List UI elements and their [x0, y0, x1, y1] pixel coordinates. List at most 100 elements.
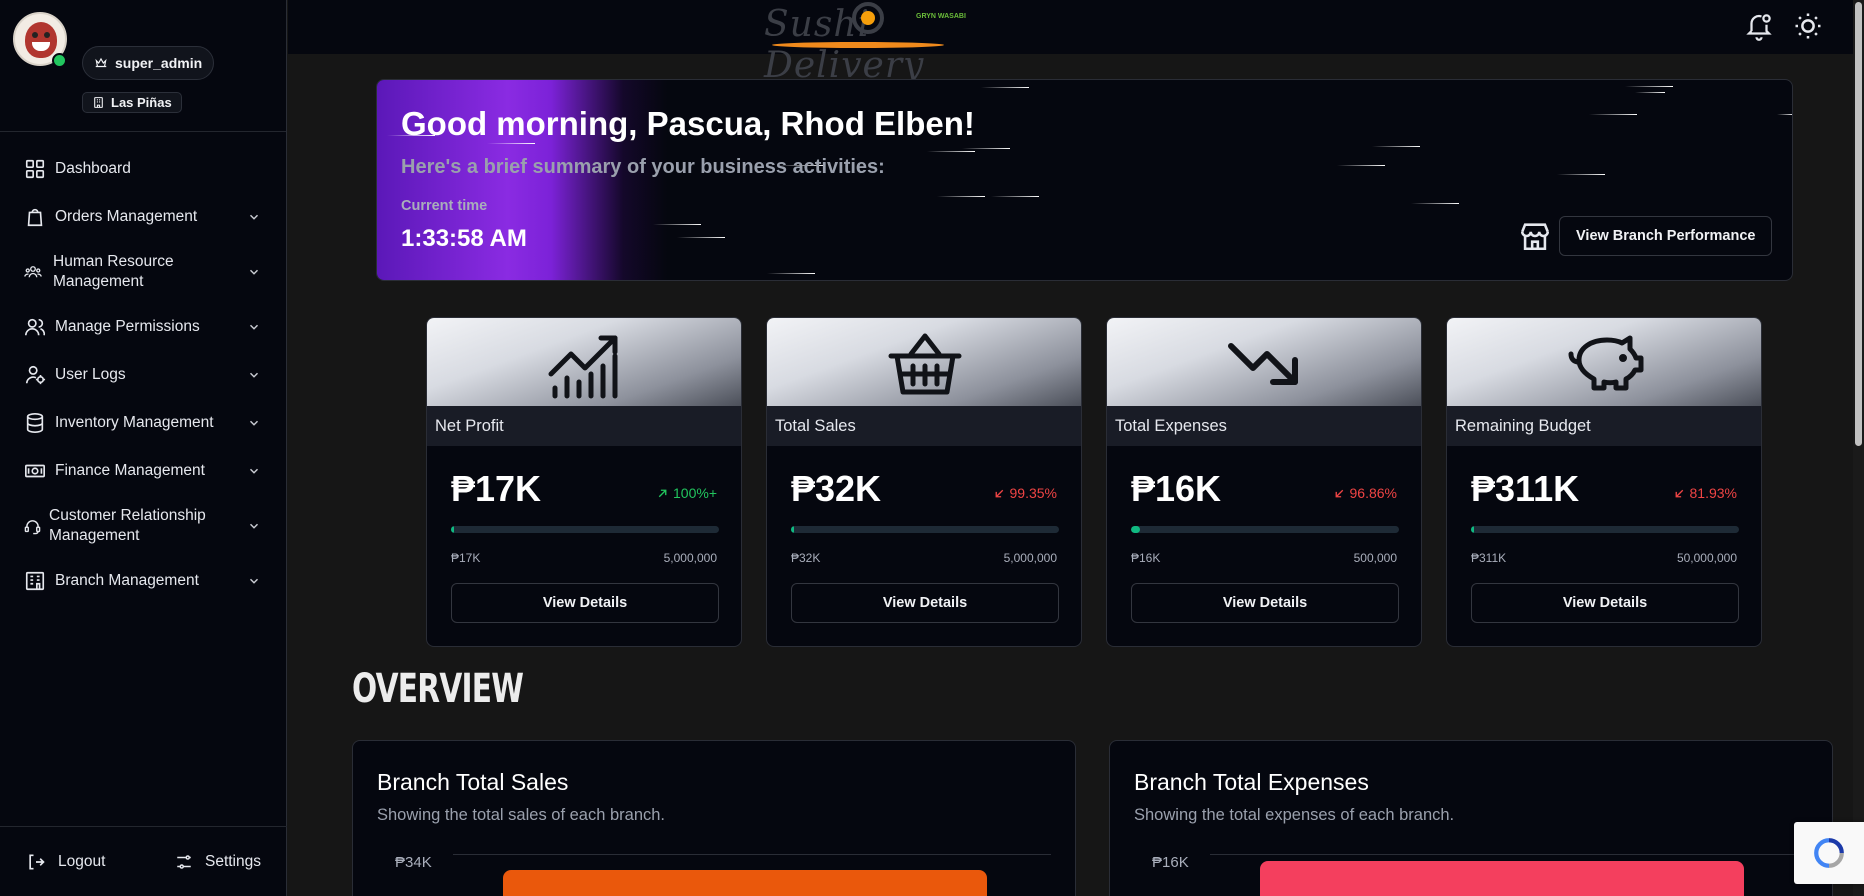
sidebar-item-dashboard[interactable]: Dashboard: [0, 145, 287, 193]
arrow-down-left-icon: [1675, 489, 1683, 497]
bell-settings-icon[interactable]: [1744, 11, 1774, 41]
chevron-down-icon: [249, 523, 259, 529]
panel-subtitle: Showing the total expenses of each branc…: [1134, 806, 1455, 824]
card-label: Total Expenses: [1107, 406, 1421, 446]
chevron-down-icon: [249, 468, 259, 474]
avatar-eye-left: [32, 32, 38, 38]
sidebar-item-label: Branch Management: [55, 572, 199, 589]
trending-chart-icon: [548, 335, 618, 399]
sidebar-item-label: Finance Management: [55, 462, 205, 479]
card-change: 100%+: [656, 485, 717, 501]
chevron-down-icon: [249, 578, 259, 584]
meteor-streak: [1777, 114, 1792, 115]
sidebar-item-label: Dashboard: [55, 160, 131, 177]
arrow-up-right-icon: [658, 489, 667, 497]
users-icon: [25, 318, 46, 336]
sun-icon[interactable]: [1793, 11, 1823, 41]
logout-label: Logout: [58, 852, 106, 870]
sidebar-item-hr[interactable]: Human Resource Management: [0, 241, 287, 303]
sidebar-item-finance[interactable]: Finance Management: [0, 447, 287, 495]
arrow-down-left-icon: [995, 489, 1003, 497]
card-progress-current: ₱311K: [1471, 551, 1507, 565]
card-change: 99.35%: [993, 485, 1057, 501]
card-progress-current: ₱16K: [1131, 551, 1161, 565]
logout-button[interactable]: Logout: [26, 852, 105, 872]
sidebar-item-branch[interactable]: Branch Management: [0, 557, 287, 605]
expenses-bar[interactable]: [1260, 861, 1744, 896]
recaptcha-badge[interactable]: [1794, 822, 1864, 884]
card-progress-target: 5,000,000: [663, 551, 717, 565]
avatar-face: [25, 22, 57, 58]
settings-button[interactable]: Settings: [175, 853, 261, 871]
chevron-down-icon: [249, 269, 259, 275]
building-icon: [94, 97, 103, 108]
meteor-streak: [937, 196, 985, 197]
avatar-eye-right: [44, 32, 50, 38]
shopping-bag-icon: [27, 208, 43, 227]
top-bar: Sushi Delivery GRYN WASABI: [288, 0, 1864, 86]
total-sales-card: Total Sales ₱32K 99.35% ₱32K 5,000,000 V…: [766, 317, 1082, 647]
logout-icon: [29, 854, 45, 869]
meteor-streak: [1337, 165, 1385, 166]
meteor-streak: [487, 143, 535, 144]
view-branch-performance-button[interactable]: View Branch Performance: [1559, 216, 1773, 256]
meteor-streak: [962, 148, 1010, 149]
card-progress-target: 5,000,000: [1003, 551, 1057, 565]
page-scrollbar-thumb[interactable]: [1855, 2, 1862, 446]
current-time-label: Current time: [401, 198, 488, 214]
view-details-button[interactable]: View Details: [791, 583, 1059, 623]
card-progress-bar: [791, 526, 1059, 533]
logo-orange-dot: [861, 11, 875, 25]
greeting-banner: Good morning, Pascua, Rhod Elben! Here's…: [376, 79, 1793, 281]
headset-icon: [24, 519, 41, 534]
meteor-streak: [767, 273, 815, 274]
sidebar-nav: Dashboard Orders Management Human Resour…: [0, 145, 287, 605]
grid-line: [453, 854, 1051, 855]
sidebar-item-label: Inventory Management: [55, 414, 214, 431]
remaining-budget-card: Remaining Budget ₱311K 81.93% ₱311K 50,0…: [1446, 317, 1762, 647]
grid-line: [1210, 854, 1808, 855]
sidebar-item-label: Manage Permissions: [55, 318, 200, 335]
greeting-subtitle: Here's a brief summary of your business …: [401, 156, 885, 178]
panel-subtitle: Showing the total sales of each branch.: [377, 806, 666, 824]
database-icon: [26, 413, 44, 433]
view-details-button[interactable]: View Details: [451, 583, 719, 623]
panel-title: Branch Total Sales: [377, 769, 569, 795]
sales-bar[interactable]: [503, 870, 987, 896]
sidebar-item-crm[interactable]: Customer Relationship Management: [0, 495, 287, 557]
card-change: 81.93%: [1673, 485, 1737, 501]
card-label: Total Sales: [767, 406, 1081, 446]
card-progress-target: 50,000,000: [1676, 551, 1737, 565]
online-status-dot: [52, 53, 67, 68]
progress-fill: [451, 526, 455, 533]
card-progress-target: 500,000: [1353, 551, 1397, 565]
panel-title: Branch Total Expenses: [1134, 769, 1369, 795]
meteor-streak: [981, 87, 1029, 88]
progress-fill: [1131, 526, 1140, 533]
sidebar-item-permissions[interactable]: Manage Permissions: [0, 303, 287, 351]
meteor-streak: [1635, 92, 1665, 93]
card-value: ₱32K: [791, 468, 882, 509]
card-header: [1447, 318, 1761, 406]
sidebar-item-user-logs[interactable]: User Logs: [0, 351, 287, 399]
meteor-streak: [1372, 146, 1420, 147]
profile-section: super_admin Las Piñas: [0, 0, 286, 132]
meteor-streak: [1589, 114, 1637, 115]
y-axis-tick: ₱16K: [1152, 854, 1189, 871]
card-label: Net Profit: [427, 406, 741, 446]
meteor-streak: [1625, 86, 1673, 87]
role-label: super_admin: [115, 55, 203, 71]
app-root: super_admin Las Piñas Dashboard Orders M…: [0, 0, 1864, 896]
sidebar-item-label: Customer Relationship Management: [49, 507, 206, 544]
view-details-button[interactable]: View Details: [1471, 583, 1739, 623]
chevron-down-icon: [249, 420, 259, 426]
card-change-value: 81.93%: [1689, 485, 1737, 501]
sushi-delivery-logo[interactable]: Sushi Delivery GRYN WASABI: [756, 0, 988, 86]
chevron-down-icon: [249, 214, 259, 220]
sidebar-item-inventory[interactable]: Inventory Management: [0, 399, 287, 447]
chevron-down-icon: [249, 324, 259, 330]
sidebar-item-orders[interactable]: Orders Management: [0, 193, 287, 241]
meteor-streak: [653, 224, 701, 225]
view-details-button[interactable]: View Details: [1131, 583, 1399, 623]
card-value: ₱311K: [1471, 468, 1580, 509]
